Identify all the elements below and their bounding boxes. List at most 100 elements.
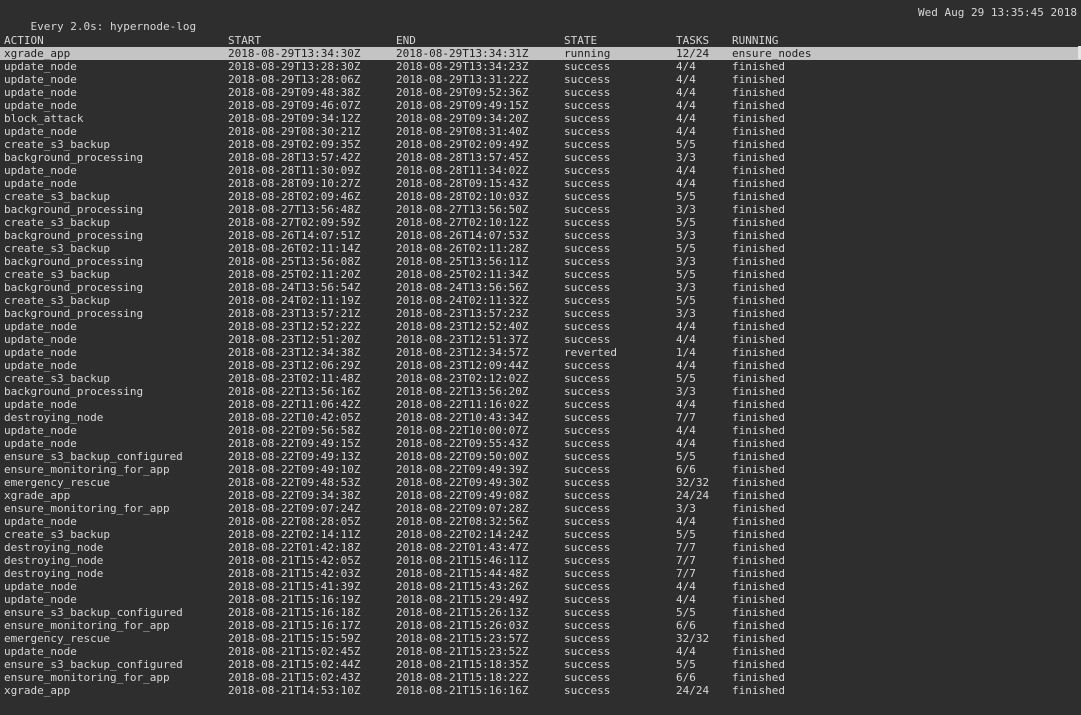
cell-end: 2018-08-21T15:44:48Z [396,567,529,580]
cell-state: success [564,138,611,151]
cell-running: finished [732,528,785,541]
cell-start: 2018-08-28T11:30:09Z [228,164,361,177]
cell-start: 2018-08-29T08:30:21Z [228,125,361,138]
table-row: update_node 2018-08-22T09:49:15Z 2018-08-2… [0,437,1081,450]
table-row: ensure_monitoring_for_app 2018-08-21T15:0… [0,671,1081,684]
cell-start: 2018-08-28T13:57:42Z [228,151,361,164]
cell-start: 2018-08-29T13:34:30Z [228,47,361,60]
cell-action: ensure_monitoring_for_app [4,671,170,684]
cell-end: 2018-08-22T11:16:02Z [396,398,529,411]
cell-tasks: 4/4 [676,580,696,593]
table-row: create_s3_backup 2018-08-24T02:11:19Z 2018… [0,294,1081,307]
cell-action: emergency_rescue [4,632,110,645]
cell-running: finished [732,580,785,593]
cell-action: update_node [4,333,77,346]
watch-header: Every 2.0s: hypernode-log [30,20,197,33]
cell-state: success [564,151,611,164]
cell-start: 2018-08-22T02:14:11Z [228,528,361,541]
cell-action: destroying_node [4,567,104,580]
cell-action: update_node [4,424,77,437]
table-row: ensure_monitoring_for_app 2018-08-21T15:1… [0,619,1081,632]
cell-state: success [564,229,611,242]
cell-action: background_processing [4,281,144,294]
table-row: create_s3_backup 2018-08-25T02:11:20Z 2018… [0,268,1081,281]
cell-end: 2018-08-21T15:23:52Z [396,645,529,658]
cell-tasks: 4/4 [676,99,696,112]
cell-running: finished [732,372,785,385]
cell-running: finished [732,255,785,268]
cell-start: 2018-08-29T02:09:35Z [228,138,361,151]
cell-running: finished [732,632,785,645]
cell-start: 2018-08-22T09:49:13Z [228,450,361,463]
cell-tasks: 5/5 [676,528,696,541]
cell-action: update_node [4,60,77,73]
cell-end: 2018-08-27T02:10:12Z [396,216,529,229]
cell-running: finished [732,411,785,424]
cell-start: 2018-08-22T10:42:05Z [228,411,361,424]
cell-start: 2018-08-28T02:09:46Z [228,190,361,203]
cell-tasks: 5/5 [676,606,696,619]
cell-state: success [564,541,611,554]
table-row: destroying_node 2018-08-21T15:42:03Z 2018-… [0,567,1081,580]
cell-state: reverted [564,346,617,359]
column-header-state: STATE [564,34,598,47]
cell-running: finished [732,606,785,619]
cell-state: success [564,671,611,684]
cell-state: success [564,359,611,372]
cell-tasks: 7/7 [676,567,696,580]
table-row: xgrade_app 2018-08-22T09:34:38Z 2018-08-22… [0,489,1081,502]
cell-running: finished [732,346,785,359]
cell-tasks: 5/5 [676,450,696,463]
cell-start: 2018-08-29T13:28:30Z [228,60,361,73]
cell-action: xgrade_app [4,489,71,502]
cell-tasks: 4/4 [676,515,696,528]
cell-tasks: 6/6 [676,463,696,476]
cell-action: background_processing [4,203,144,216]
cell-state: success [564,73,611,86]
cell-end: 2018-08-22T09:49:08Z [396,489,529,502]
table-row: background_processing 2018-08-22T13:56:16… [0,385,1081,398]
cell-action: create_s3_backup [4,268,110,281]
cell-running: finished [732,658,785,671]
cell-tasks: 4/4 [676,320,696,333]
cell-action: update_node [4,73,77,86]
cell-action: create_s3_backup [4,242,110,255]
cell-tasks: 4/4 [676,60,696,73]
cell-tasks: 3/3 [676,229,696,242]
cell-start: 2018-08-24T02:11:19Z [228,294,361,307]
cell-state: success [564,528,611,541]
cell-state: success [564,424,611,437]
cell-start: 2018-08-22T09:34:38Z [228,489,361,502]
cell-state: success [564,372,611,385]
cell-end: 2018-08-21T15:26:13Z [396,606,529,619]
cell-start: 2018-08-22T13:56:16Z [228,385,361,398]
cell-running: finished [732,320,785,333]
cell-start: 2018-08-23T02:11:48Z [228,372,361,385]
cell-start: 2018-08-21T15:42:05Z [228,554,361,567]
cell-tasks: 4/4 [676,398,696,411]
cell-running: finished [732,593,785,606]
cell-running: finished [732,463,785,476]
cell-state: success [564,619,611,632]
cell-action: block_attack [4,112,84,125]
cell-end: 2018-08-25T02:11:34Z [396,268,529,281]
table-row: ensure_s3_backup_configured 2018-08-21T15… [0,658,1081,671]
cell-start: 2018-08-21T15:16:17Z [228,619,361,632]
cell-running: finished [732,333,785,346]
cell-state: success [564,385,611,398]
cell-state: success [564,242,611,255]
cell-state: success [564,645,611,658]
cell-end: 2018-08-28T13:57:45Z [396,151,529,164]
table-row: update_node 2018-08-22T09:56:58Z 2018-08-2… [0,424,1081,437]
cell-state: success [564,606,611,619]
cell-end: 2018-08-22T10:00:07Z [396,424,529,437]
cell-start: 2018-08-23T12:34:38Z [228,346,361,359]
cell-tasks: 3/3 [676,151,696,164]
cell-start: 2018-08-29T13:28:06Z [228,73,361,86]
table-body: xgrade_app 2018-08-29T13:34:30Z 2018-08-29… [0,47,1081,697]
cell-running: finished [732,645,785,658]
table-row-selected: xgrade_app 2018-08-29T13:34:30Z 2018-08-29… [0,47,1081,60]
cell-end: 2018-08-23T12:09:44Z [396,359,529,372]
cell-start: 2018-08-21T14:53:10Z [228,684,361,697]
cell-tasks: 5/5 [676,294,696,307]
